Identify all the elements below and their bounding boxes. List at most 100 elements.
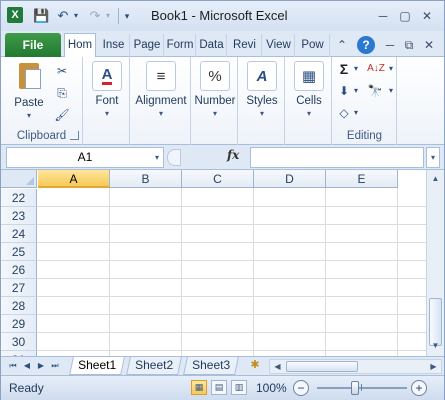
cut-icon[interactable]: ✂ [53, 63, 71, 79]
styles-button[interactable]: A Styles ▾ [243, 61, 281, 118]
first-sheet-icon[interactable]: ⏮ [7, 359, 19, 373]
expand-formula-bar-icon[interactable]: ▾ [426, 147, 440, 168]
column-header-e[interactable]: E [326, 170, 398, 188]
redo-icon[interactable]: ↷ [87, 7, 103, 25]
row-header[interactable]: 29 [1, 315, 37, 333]
row-header[interactable]: 25 [1, 243, 37, 261]
row-header[interactable]: 30 [1, 333, 37, 351]
fill-dropdown-icon[interactable]: ▾ [351, 83, 361, 99]
zoom-slider-track[interactable] [317, 387, 407, 389]
undo-dropdown-icon[interactable]: ▾ [71, 7, 81, 25]
row-header[interactable]: 23 [1, 207, 37, 225]
tab-formulas[interactable]: Form [165, 34, 196, 57]
save-icon[interactable]: 💾 [33, 7, 49, 25]
scroll-right-icon[interactable]: ▶ [427, 360, 440, 373]
maximize-button[interactable]: ▢ [394, 8, 416, 24]
copy-icon[interactable]: ⎘ [53, 85, 71, 101]
undo-icon[interactable]: ↶ [55, 7, 71, 25]
insert-function-icon[interactable]: fx [227, 148, 239, 162]
format-painter-icon[interactable]: 🖌 [53, 107, 71, 123]
autosum-dropdown-icon[interactable]: ▾ [351, 61, 361, 77]
column-header-c[interactable]: C [182, 170, 254, 188]
number-button[interactable]: % Number ▾ [194, 61, 236, 118]
alignment-button[interactable]: ≡ Alignment ▾ [133, 61, 189, 118]
zoom-slider-thumb[interactable] [351, 381, 359, 395]
tab-data[interactable]: Data [197, 34, 227, 57]
row-header[interactable]: 24 [1, 225, 37, 243]
last-sheet-icon[interactable]: ⏭ [49, 359, 61, 373]
column-header-a[interactable]: A [38, 170, 110, 188]
formula-bar: A1 ▾ fx ▾ [1, 145, 444, 170]
page-break-preview-icon[interactable]: ▥ [231, 380, 247, 395]
horizontal-scroll-thumb[interactable] [286, 361, 358, 372]
file-tab[interactable]: File [5, 33, 61, 57]
number-label: Number [194, 95, 236, 107]
horizontal-scrollbar[interactable]: ◀ ▶ [269, 359, 442, 374]
find-select-icon[interactable]: 🔭 [365, 83, 385, 99]
name-box[interactable]: A1 ▾ [6, 147, 164, 168]
name-box-dropdown-icon[interactable]: ▾ [155, 148, 159, 167]
window-title: Book1 - Microsoft Excel [151, 8, 288, 23]
tab-review[interactable]: Revi [228, 34, 262, 57]
next-sheet-icon[interactable]: ▶ [35, 359, 47, 373]
customize-qat-icon[interactable]: ▾ [122, 7, 132, 25]
sort-filter-icon[interactable]: A↓Z [365, 61, 387, 77]
select-all-button[interactable] [1, 170, 37, 188]
tab-power[interactable]: Pow [296, 34, 330, 57]
styles-label: Styles [246, 95, 278, 107]
previous-sheet-icon[interactable]: ◀ [21, 359, 33, 373]
workbook-restore-icon[interactable]: ⧉ [400, 36, 418, 54]
font-label: Font [95, 95, 119, 107]
sheet-tab-sheet2[interactable]: Sheet2 [126, 357, 182, 375]
zoom-slider-center-mark [361, 384, 362, 391]
column-header-d[interactable]: D [254, 170, 326, 188]
column-header-b[interactable]: B [110, 170, 182, 188]
scroll-down-icon[interactable]: ▼ [428, 338, 443, 354]
tab-view[interactable]: View [263, 34, 295, 57]
formula-bar-resize-handle[interactable] [167, 149, 181, 166]
find-dropdown-icon[interactable]: ▾ [386, 83, 396, 99]
percent-icon: % [200, 61, 230, 91]
vertical-scrollbar[interactable]: ▲ ▼ [426, 170, 444, 356]
worksheet-grid[interactable]: A B C D E 22 23 24 25 26 27 28 29 30 31 [1, 170, 426, 356]
formula-input[interactable] [250, 147, 424, 168]
font-button[interactable]: A Font ▾ [88, 61, 126, 118]
cells-icon: ▦ [294, 61, 324, 91]
minimize-ribbon-icon[interactable]: ⌃ [333, 36, 351, 54]
cells-button[interactable]: ▦ Cells ▾ [290, 61, 328, 118]
alignment-icon: ≡ [146, 61, 176, 91]
workbook-close-icon[interactable]: ✕ [420, 36, 438, 54]
page-layout-view-icon[interactable]: ▤ [211, 380, 227, 395]
tab-page-layout[interactable]: Page [131, 34, 164, 57]
sheet-tab-sheet3[interactable]: Sheet3 [183, 357, 239, 375]
tab-home[interactable]: Hom [64, 33, 96, 58]
sheet-tab-sheet1[interactable]: Sheet1 [69, 357, 125, 375]
clear-dropdown-icon[interactable]: ▾ [351, 105, 361, 121]
clipboard-launcher-icon[interactable] [70, 131, 79, 140]
row-header[interactable]: 26 [1, 261, 37, 279]
font-icon: A [92, 61, 122, 91]
row-header[interactable]: 28 [1, 297, 37, 315]
help-icon[interactable]: ? [357, 36, 375, 54]
row-header[interactable]: 22 [1, 189, 37, 207]
minimize-button[interactable]: ─ [372, 8, 394, 24]
tab-insert[interactable]: Inse [98, 34, 130, 57]
excel-app-icon[interactable]: X [7, 7, 23, 23]
close-button[interactable]: ✕ [416, 8, 438, 24]
paste-button[interactable]: Paste ▾ [9, 61, 49, 120]
zoom-in-button[interactable]: + [411, 380, 427, 396]
gridline [37, 224, 426, 225]
paste-dropdown-icon[interactable]: ▾ [9, 111, 49, 120]
row-header[interactable]: 27 [1, 279, 37, 297]
redo-dropdown-icon[interactable]: ▾ [103, 7, 113, 25]
normal-view-icon[interactable]: ▦ [191, 380, 207, 395]
workbook-minimize-icon[interactable]: ─ [381, 36, 399, 54]
styles-icon: A [247, 61, 277, 91]
scroll-left-icon[interactable]: ◀ [271, 360, 284, 373]
insert-sheet-icon[interactable]: ✱ [246, 358, 264, 374]
sort-dropdown-icon[interactable]: ▾ [386, 61, 396, 77]
zoom-out-button[interactable]: − [293, 380, 309, 396]
clipboard-group: Paste ▾ ✂ ⎘ 🖌 Clipboard [1, 57, 83, 145]
scroll-up-icon[interactable]: ▲ [428, 171, 443, 187]
zoom-level[interactable]: 100% [256, 381, 287, 395]
